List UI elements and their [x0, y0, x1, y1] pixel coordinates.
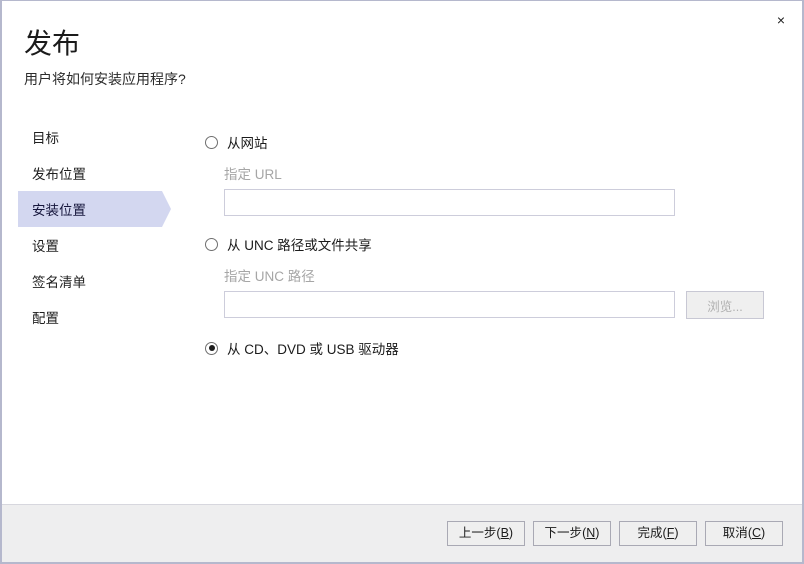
sidebar-item-label: 发布位置 [32, 163, 86, 183]
dialog-footer: 上一步(B) 下一步(N) 完成(F) 取消(C) [2, 504, 802, 562]
url-input[interactable] [224, 189, 675, 216]
finish-button-accel: F [667, 526, 675, 540]
radio-label: 从 CD、DVD 或 USB 驱动器 [227, 338, 399, 358]
sidebar-item-label: 设置 [32, 235, 59, 255]
dialog-header: 发布 用户将如何安装应用程序? [24, 27, 724, 89]
option-from-unc-path: 从 UNC 路径或文件共享 指定 UNC 路径 浏览... [205, 233, 764, 319]
option-from-website: 从网站 指定 URL [205, 131, 675, 216]
sidebar-item-label: 目标 [32, 127, 59, 147]
radio-icon[interactable] [205, 342, 218, 355]
finish-button[interactable]: 完成(F) [619, 521, 697, 546]
sidebar-item-install-location[interactable]: 安装位置 [2, 191, 177, 227]
previous-button[interactable]: 上一步(B) [447, 521, 525, 546]
page-subtitle: 用户将如何安装应用程序? [24, 69, 724, 89]
url-field-row [224, 189, 675, 216]
radio-label: 从 UNC 路径或文件共享 [227, 234, 372, 254]
radio-icon[interactable] [205, 136, 218, 149]
next-button-accel: N [586, 526, 595, 540]
radio-from-unc-path[interactable]: 从 UNC 路径或文件共享 [205, 233, 764, 255]
cancel-button-text: 取消 [723, 526, 748, 540]
radio-from-cd-dvd-usb[interactable]: 从 CD、DVD 或 USB 驱动器 [205, 337, 399, 359]
radio-icon[interactable] [205, 238, 218, 251]
url-field-label: 指定 URL [224, 163, 675, 183]
browse-button[interactable]: 浏览... [686, 291, 764, 319]
close-icon[interactable]: × [764, 5, 798, 35]
sidebar-item-label: 安装位置 [32, 199, 86, 219]
finish-button-text: 完成 [638, 526, 663, 540]
sidebar-item-signature-manifest[interactable]: 签名清单 [2, 263, 177, 299]
next-button[interactable]: 下一步(N) [533, 521, 611, 546]
sidebar-item-settings[interactable]: 设置 [2, 227, 177, 263]
sidebar-item-configuration[interactable]: 配置 [2, 299, 177, 335]
unc-field-label: 指定 UNC 路径 [224, 265, 764, 285]
cancel-button[interactable]: 取消(C) [705, 521, 783, 546]
sidebar-item-label: 签名清单 [32, 271, 86, 291]
sidebar-item-publish-location[interactable]: 发布位置 [2, 155, 177, 191]
sidebar-item-label: 配置 [32, 307, 59, 327]
publish-wizard-dialog: × 发布 用户将如何安装应用程序? 目标 发布位置 安装位置 设置 签名清单 配… [0, 0, 804, 564]
previous-button-text: 上一步 [459, 526, 497, 540]
radio-label: 从网站 [227, 132, 268, 152]
sidebar-item-target[interactable]: 目标 [2, 119, 177, 155]
page-title: 发布 [24, 27, 724, 61]
selection-arrow-icon [162, 191, 171, 227]
option-from-removable-drive: 从 CD、DVD 或 USB 驱动器 [205, 337, 399, 359]
wizard-step-sidebar: 目标 发布位置 安装位置 设置 签名清单 配置 [2, 119, 177, 335]
cancel-button-accel: C [752, 526, 761, 540]
radio-from-website[interactable]: 从网站 [205, 131, 675, 153]
previous-button-accel: B [501, 526, 509, 540]
unc-path-input[interactable] [224, 291, 675, 318]
unc-field-row: 浏览... [224, 291, 764, 319]
next-button-text: 下一步 [545, 526, 583, 540]
